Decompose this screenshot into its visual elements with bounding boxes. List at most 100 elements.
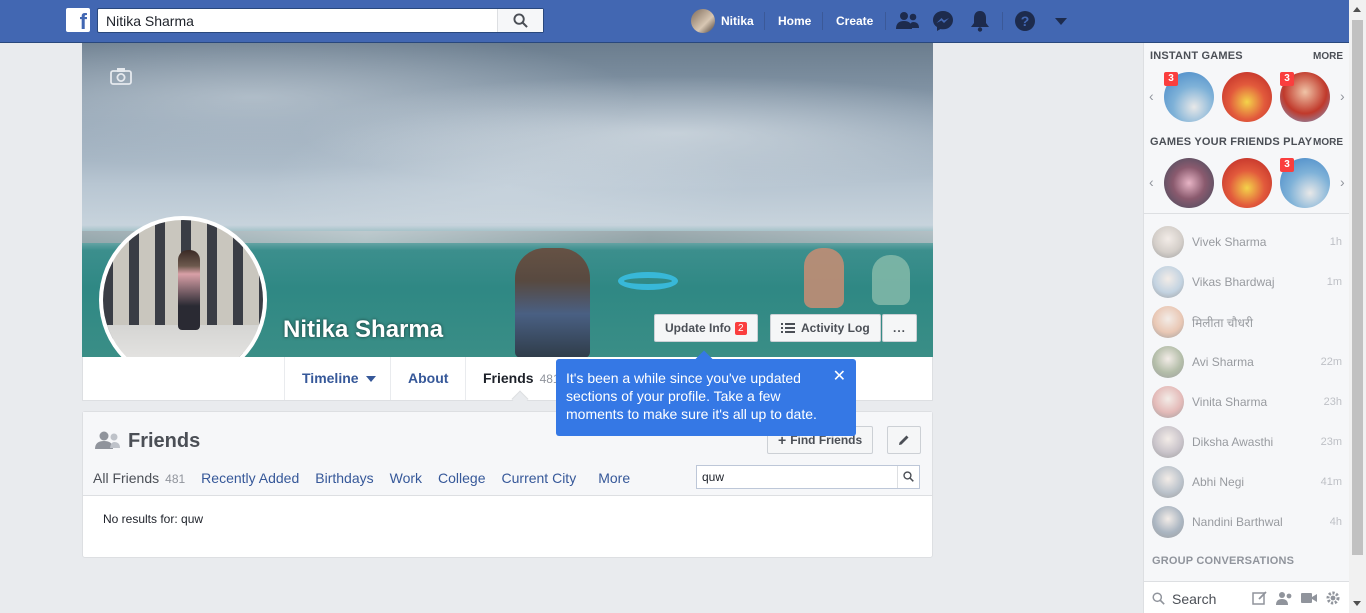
contact-last-active: 1m [1326, 276, 1342, 288]
cover-swimmer [804, 248, 844, 308]
activity-log-button[interactable]: Activity Log [770, 314, 881, 342]
sidebar-divider [1144, 213, 1350, 214]
avatar [1152, 506, 1184, 538]
friends-tab-current-city[interactable]: Current City [502, 470, 577, 486]
tab-timeline[interactable]: Timeline [284, 357, 393, 400]
chevron-right-icon[interactable]: › [1340, 88, 1345, 104]
friends-tab-all[interactable]: All Friends 481 [93, 470, 185, 486]
update-profile-tooltip: It's been a while since you've updated s… [556, 350, 856, 436]
cover-sky [82, 43, 933, 223]
messenger-icon[interactable] [932, 10, 954, 32]
contact-name: Avi Sharma [1192, 355, 1254, 369]
friends-tab-more[interactable]: More [598, 470, 630, 486]
contact-last-active: 41m [1320, 476, 1342, 488]
activity-log-label: Activity Log [801, 321, 870, 335]
friends-search-input[interactable] [697, 466, 897, 488]
game-thumbnail[interactable] [1164, 158, 1214, 208]
help-question-icon[interactable]: ? [1014, 10, 1036, 32]
tab-about[interactable]: About [390, 357, 465, 400]
page-scrollbar[interactable] [1349, 0, 1366, 613]
group-conversations-title: GROUP CONVERSATIONS [1152, 555, 1295, 567]
friends-tab-work[interactable]: Work [390, 470, 422, 486]
no-results-message: No results for: quw [103, 512, 204, 526]
friends-search-button[interactable] [897, 466, 919, 488]
chevron-left-icon[interactable]: ‹ [1149, 88, 1154, 104]
profile-nav-name: Nitika [721, 14, 754, 28]
create-link[interactable]: Create [836, 14, 873, 28]
avatar [1152, 466, 1184, 498]
home-link[interactable]: Home [778, 14, 811, 28]
search-icon [513, 13, 528, 28]
contact-row[interactable]: Vinita Sharma 23h [1152, 385, 1342, 419]
contact-row[interactable]: Vivek Sharma 1h [1152, 225, 1342, 259]
update-info-button[interactable]: Update Info 2 [654, 314, 758, 342]
contact-name: Abhi Negi [1192, 475, 1245, 489]
video-call-icon[interactable] [1300, 591, 1318, 605]
contact-last-active: 23m [1320, 436, 1342, 448]
nav-divider [1002, 12, 1003, 30]
camera-icon[interactable] [110, 67, 132, 85]
more-options-label: ... [892, 321, 906, 335]
top-navigation-bar: f Nitika Home Create ? [0, 0, 1366, 43]
cover-people [515, 248, 590, 357]
pencil-icon [899, 435, 909, 445]
chevron-left-icon[interactable]: ‹ [1149, 174, 1154, 190]
cover-swimmer [872, 255, 910, 305]
contact-row[interactable]: Diksha Awasthi 23m [1152, 425, 1342, 459]
close-icon[interactable]: ✕ [833, 369, 846, 385]
friends-tab-college[interactable]: College [438, 470, 485, 486]
game-thumbnail[interactable] [1222, 158, 1272, 208]
facebook-logo-icon[interactable]: f [66, 8, 90, 32]
avatar [1152, 266, 1184, 298]
game-thumbnail[interactable] [1222, 72, 1272, 122]
friends-filter-tabs: All Friends 481 Recently Added Birthdays … [93, 470, 646, 486]
profile-nav-link[interactable]: Nitika [691, 9, 754, 33]
avatar [1152, 386, 1184, 418]
friends-tab-recently-added[interactable]: Recently Added [201, 470, 299, 486]
cover-swim-ring [618, 272, 678, 290]
tab-friends-label: Friends [483, 370, 534, 386]
avatar [1152, 426, 1184, 458]
scroll-down-arrow-icon[interactable] [1353, 601, 1361, 606]
contact-last-active: 4h [1329, 516, 1342, 528]
contact-name: Vivek Sharma [1192, 235, 1267, 249]
svg-text:?: ? [1021, 13, 1030, 29]
friends-tab-birthdays[interactable]: Birthdays [315, 470, 373, 486]
tab-about-label: About [408, 370, 449, 386]
chat-search-placeholder[interactable]: Search [1172, 591, 1216, 607]
chat-settings-gear-icon[interactable] [1325, 590, 1341, 606]
contact-row[interactable]: मिलीता चौधरी [1152, 305, 1342, 339]
account-menu-caret-icon[interactable] [1054, 17, 1068, 26]
contact-row[interactable]: Vikas Bhardwaj 1m [1152, 265, 1342, 299]
notifications-bell-icon[interactable] [970, 10, 990, 32]
chevron-right-icon[interactable]: › [1340, 174, 1345, 190]
create-group-icon[interactable] [1276, 590, 1294, 606]
contact-last-active: 23h [1323, 396, 1342, 408]
profile-name[interactable]: Nitika Sharma [283, 316, 443, 344]
scrollbar-thumb[interactable] [1352, 20, 1363, 555]
scroll-up-arrow-icon[interactable] [1353, 7, 1361, 12]
friend-requests-icon[interactable] [896, 10, 920, 32]
more-options-button[interactable]: ... [882, 314, 917, 342]
friends-games-more-link[interactable]: MORE [1313, 137, 1343, 148]
friends-games-title: GAMES YOUR FRIENDS PLAY [1150, 136, 1313, 148]
friends-tab-all-label: All Friends [93, 470, 160, 486]
contact-name: मिलीता चौधरी [1192, 315, 1253, 330]
search-button[interactable] [497, 9, 543, 32]
new-message-icon[interactable] [1252, 590, 1268, 606]
chevron-down-icon [366, 376, 377, 383]
contact-row[interactable]: Abhi Negi 41m [1152, 465, 1342, 499]
search-icon [1152, 592, 1165, 605]
contact-name: Nandini Barthwal [1192, 515, 1283, 529]
nav-divider [822, 12, 823, 30]
contact-row[interactable]: Avi Sharma 22m [1152, 345, 1342, 379]
contact-name: Vinita Sharma [1192, 395, 1268, 409]
contact-row[interactable]: Nandini Barthwal 4h [1152, 505, 1342, 539]
tab-timeline-label: Timeline [302, 370, 359, 386]
instant-games-more-link[interactable]: MORE [1313, 51, 1343, 62]
global-search-input[interactable] [98, 9, 498, 32]
nav-divider [764, 12, 765, 30]
profile-picture-person [178, 250, 200, 330]
profile-picture-image [103, 220, 263, 380]
edit-friends-button[interactable] [887, 426, 921, 454]
